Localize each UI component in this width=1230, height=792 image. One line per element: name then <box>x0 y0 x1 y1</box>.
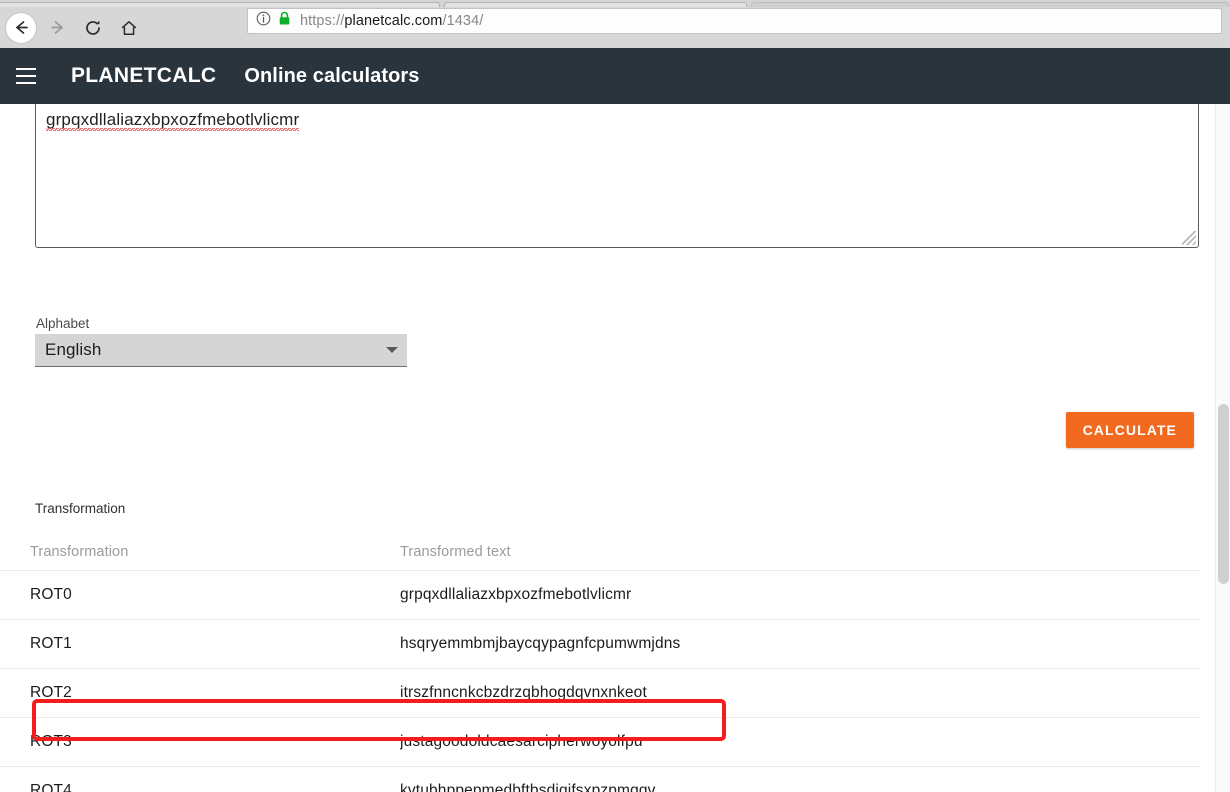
browser-chrome: https://planetcalc.com/1434/ <box>0 0 1230 48</box>
reload-button[interactable] <box>78 13 108 43</box>
section-title: Transformation <box>35 501 126 516</box>
table-row-highlighted[interactable]: ROT3 justagoodoldcaesarcipherwoyolfpu <box>0 718 1200 767</box>
alphabet-selected-value: English <box>45 340 102 359</box>
column-header-transformation: Transformation <box>30 543 129 560</box>
lock-icon[interactable] <box>278 11 291 31</box>
address-bar[interactable]: https://planetcalc.com/1434/ <box>247 8 1222 34</box>
url-host: planetcalc.com <box>344 13 443 29</box>
back-button[interactable] <box>6 12 36 43</box>
page-content: Input text grpqxdllaliazxbpxozfmebotlvli… <box>0 104 1215 792</box>
cell-transformation: ROT3 <box>30 733 72 750</box>
cell-transformed-text: kvtubhppepmedbftbsdjqifsxpzpmgqv <box>400 782 656 792</box>
forward-arrow-icon <box>48 18 67 37</box>
address-bar-url: https://planetcalc.com/1434/ <box>300 13 483 29</box>
cell-transformation: ROT4 <box>30 782 72 792</box>
table-row[interactable]: ROT2 itrszfnncnkcbzdrzqbhogdqvnxnkeot <box>0 669 1200 718</box>
cell-transformed-text: grpqxdllaliazxbpxozfmebotlvlicmr <box>400 586 632 603</box>
home-icon <box>120 19 138 37</box>
page-scrollbar[interactable] <box>1215 104 1230 792</box>
info-icon[interactable] <box>256 11 271 31</box>
url-path: /1434/ <box>442 13 484 29</box>
calculate-button[interactable]: CALCULATE <box>1065 412 1194 448</box>
back-arrow-icon <box>12 18 31 37</box>
forward-button[interactable] <box>42 13 72 43</box>
chevron-down-icon <box>386 347 398 353</box>
transformation-section: Transformation Transformation Transforme… <box>0 501 1215 792</box>
url-scheme: https:// <box>300 13 345 29</box>
table-row[interactable]: ROT1 hsqryemmbmjbaycqypagnfcpumwmjdns <box>0 620 1200 669</box>
column-header-transformed-text: Transformed text <box>400 543 511 560</box>
site-header: PLANETCALC Online calculators <box>0 48 1230 104</box>
cell-transformed-text: hsqryemmbmjbaycqypagnfcpumwmjdns <box>400 635 681 652</box>
cell-transformed-text: justagoodoldcaesarcipherwoyolfpu <box>400 733 643 750</box>
table-header-row: Transformation Transformed text <box>0 533 1200 571</box>
reload-icon <box>84 19 102 37</box>
alphabet-select[interactable]: English <box>35 334 407 367</box>
alphabet-field-group: Alphabet English <box>0 316 1215 367</box>
textarea-resize-handle[interactable] <box>1182 231 1196 245</box>
transformation-table: Transformation Transformed text ROT0 grp… <box>0 533 1200 792</box>
cell-transformation: ROT0 <box>30 586 72 603</box>
calculate-row: CALCULATE <box>0 412 1215 448</box>
input-text-value: grpqxdllaliazxbpxozfmebotlvlicmr <box>46 110 300 132</box>
hamburger-menu-icon[interactable] <box>8 58 44 94</box>
home-button[interactable] <box>114 13 144 43</box>
input-text-field[interactable]: grpqxdllaliazxbpxozfmebotlvlicmr <box>35 104 1199 248</box>
table-row[interactable]: ROT4 kvtubhppepmedbftbsdjqifsxpzpmgqv <box>0 767 1200 792</box>
site-brand[interactable]: PLANETCALC <box>71 64 216 88</box>
browser-tab-strip[interactable] <box>0 0 1230 7</box>
alphabet-label: Alphabet <box>36 316 90 331</box>
cell-transformation: ROT1 <box>30 635 72 652</box>
site-tagline[interactable]: Online calculators <box>244 65 419 88</box>
cell-transformation: ROT2 <box>30 684 72 701</box>
scrollbar-thumb[interactable] <box>1218 404 1229 584</box>
table-row[interactable]: ROT0 grpqxdllaliazxbpxozfmebotlvlicmr <box>0 571 1200 620</box>
cell-transformed-text: itrszfnncnkcbzdrzqbhogdqvnxnkeot <box>400 684 647 701</box>
